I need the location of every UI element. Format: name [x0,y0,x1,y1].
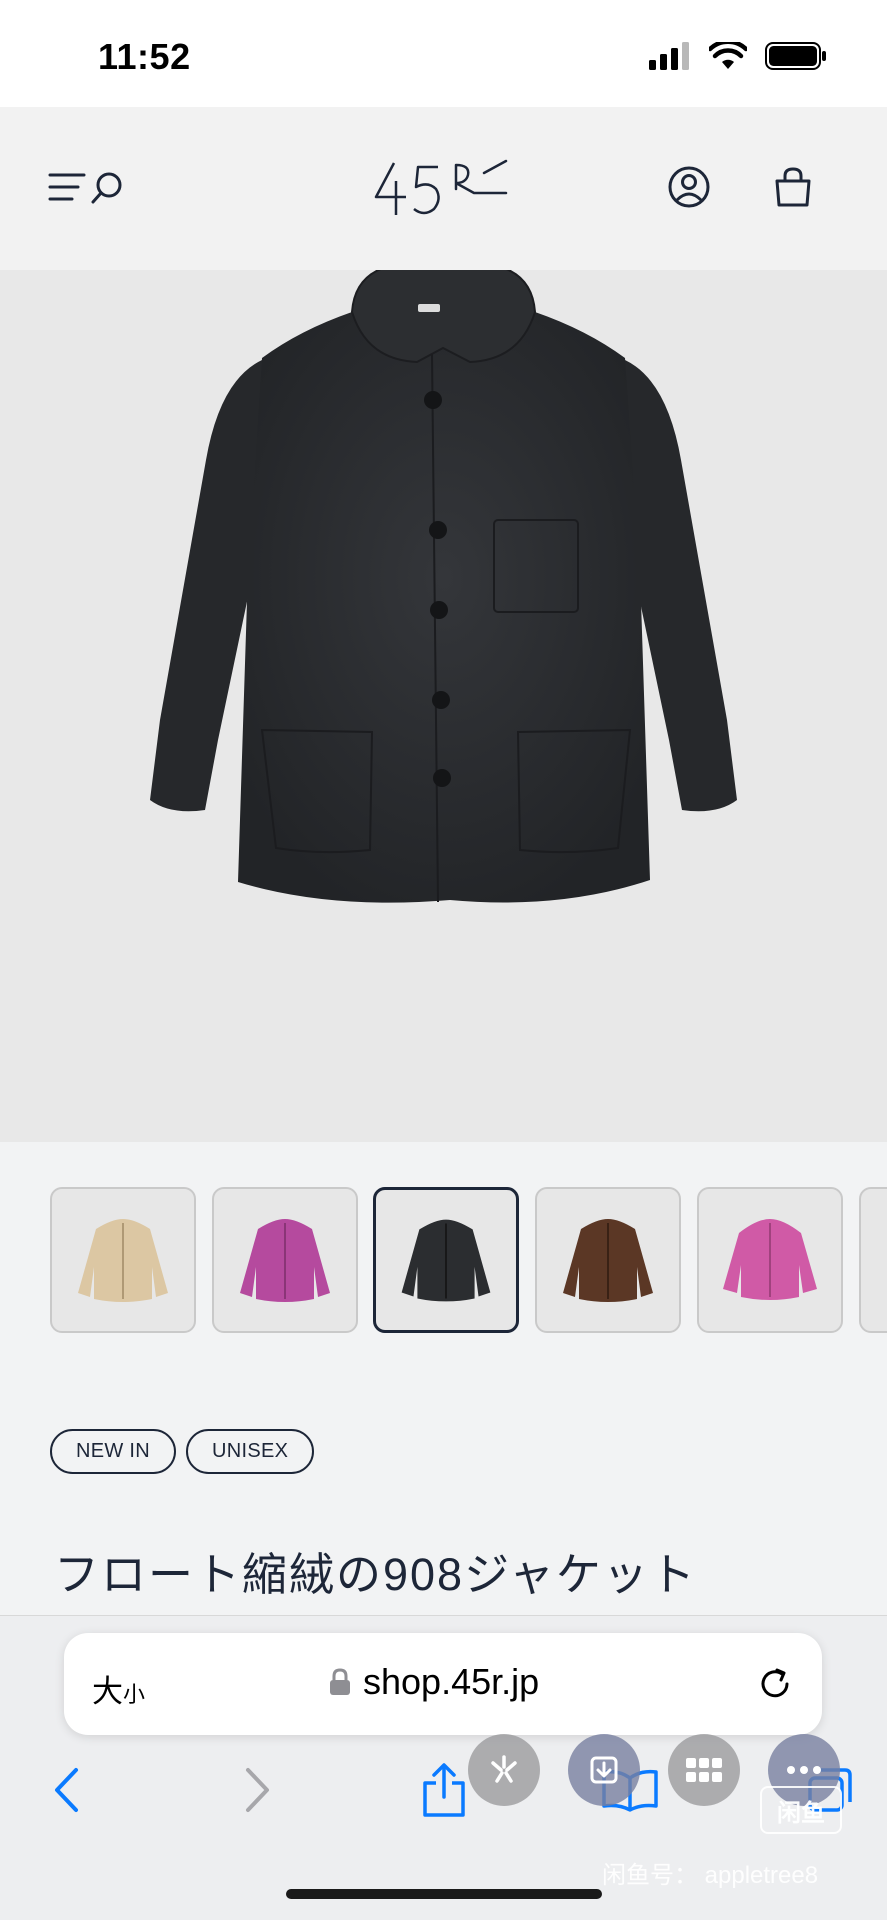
address-bar[interactable]: 大小 shop.45r.jp [64,1633,822,1735]
status-bar: 11:52 [0,0,887,107]
lock-icon [330,1668,350,1695]
tag-unisex[interactable]: UNISEX [186,1429,315,1474]
menu-search-icon [48,172,122,204]
site-header [0,107,887,270]
text-size-large: 大 [92,1674,123,1709]
thumbnail-strip [0,1187,887,1333]
home-indicator[interactable] [286,1889,602,1899]
more-icon [787,1766,821,1774]
assistive-spark-button[interactable] [468,1734,540,1806]
thumbnail-pink[interactable] [697,1187,843,1333]
product-title: フロート縮絨の908ジャケット [54,1549,697,1600]
thumbnail-beige[interactable] [50,1187,196,1333]
share-button[interactable] [414,1760,474,1820]
assistive-download-button[interactable] [568,1734,640,1806]
forward-button[interactable] [228,1760,288,1820]
menu-search-button[interactable] [48,157,128,217]
battery-icon [765,42,826,70]
sparkle-icon [491,1755,517,1783]
thumbnail-charcoal[interactable] [373,1187,519,1333]
jacket-thumbnail [723,1219,817,1300]
back-button[interactable] [36,1760,96,1820]
jacket-thumbnail [78,1219,168,1302]
watermark-badge: 闲鱼 [760,1786,842,1834]
assistive-grid-button[interactable] [668,1734,740,1806]
tag-new-in[interactable]: NEW IN [50,1429,177,1474]
chevron-right-icon [246,1768,269,1812]
text-size-small: 小 [123,1682,146,1707]
product-tags: NEW IN UNISEX [50,1429,315,1474]
share-icon [423,1763,465,1817]
reload-icon[interactable] [754,1663,796,1705]
status-time: 11:52 [98,36,191,77]
url-group[interactable]: shop.45r.jp [329,1661,539,1703]
cellular-signal-icon [649,42,689,70]
url-text: shop.45r.jp [363,1661,540,1702]
jacket-thumbnail [563,1219,653,1302]
jacket-image [150,270,737,903]
status-icons [649,42,827,70]
thumbnail-magenta[interactable] [212,1187,358,1333]
thumbnail-more[interactable] [859,1187,887,1333]
watermark-text: 闲鱼号： appletree8 [602,1862,819,1889]
account-icon [668,166,710,208]
cart-button[interactable] [763,157,823,217]
download-icon [590,1756,618,1784]
jacket-thumbnail [240,1219,330,1302]
shopping-bag-icon [775,167,811,207]
chevron-left-icon [55,1768,78,1812]
jacket-thumbnail [401,1219,491,1302]
text-size-button[interactable]: 大小 [92,1666,145,1711]
thumbnail-brown[interactable] [535,1187,681,1333]
wifi-icon [709,42,747,69]
account-button[interactable] [659,157,719,217]
grid-icon [686,1758,722,1782]
product-hero-image[interactable] [0,270,887,1142]
brand-logo[interactable] [372,159,512,219]
